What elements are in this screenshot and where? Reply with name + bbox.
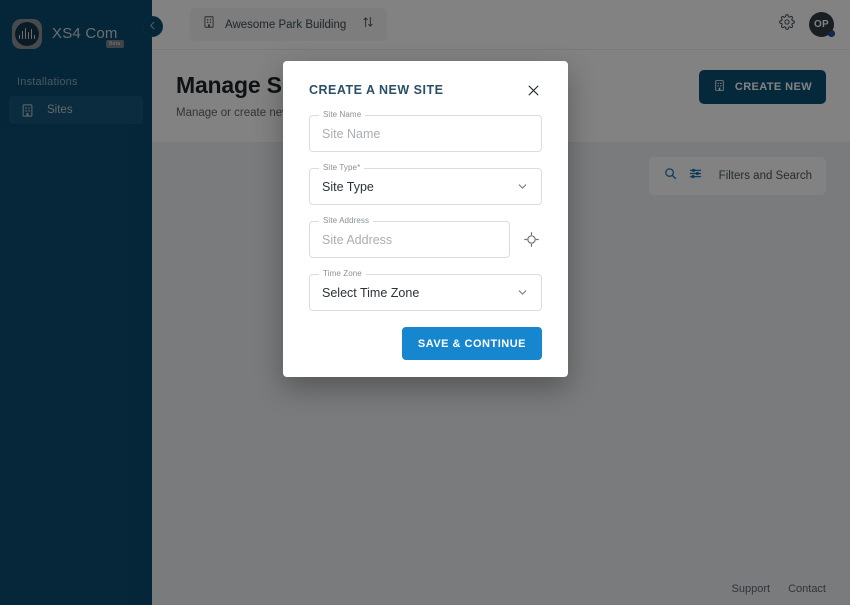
site-type-value: Site Type	[322, 179, 374, 194]
app-root: Awesome Park Building OP Manage Sites Ma…	[0, 0, 850, 605]
gps-crosshair-icon[interactable]	[520, 229, 542, 251]
close-icon[interactable]	[524, 81, 542, 99]
field-site-type: Site Type* Site Type	[309, 163, 542, 205]
site-name-value: Site Name	[322, 126, 381, 141]
time-zone-select[interactable]: Time Zone Select Time Zone	[309, 269, 542, 311]
site-address-value: Site Address	[322, 232, 393, 247]
site-address-label: Site Address	[319, 216, 374, 226]
dialog-header: CREATE A NEW SITE	[309, 61, 542, 115]
site-type-select[interactable]: Site Type* Site Type	[309, 163, 542, 205]
dialog-actions: SAVE & CONTINUE	[309, 327, 542, 360]
chevron-down-icon	[516, 180, 529, 193]
save-and-continue-button[interactable]: SAVE & CONTINUE	[401, 327, 542, 360]
field-site-address: Site Address Site Address	[309, 216, 542, 258]
field-site-name: Site Name Site Name	[309, 110, 542, 152]
site-name-label: Site Name	[319, 110, 366, 120]
create-site-dialog: CREATE A NEW SITE Site Name Site Name Si…	[283, 61, 568, 377]
field-time-zone: Time Zone Select Time Zone	[309, 269, 542, 311]
site-address-input[interactable]: Site Address Site Address	[309, 216, 510, 258]
site-name-input[interactable]: Site Name Site Name	[309, 110, 542, 152]
dialog-title: CREATE A NEW SITE	[309, 83, 444, 97]
time-zone-label: Time Zone	[319, 269, 366, 279]
chevron-down-icon	[516, 286, 529, 299]
site-type-label: Site Type*	[319, 163, 365, 173]
time-zone-value: Select Time Zone	[322, 285, 420, 300]
site-address-row: Site Address Site Address	[309, 216, 542, 258]
